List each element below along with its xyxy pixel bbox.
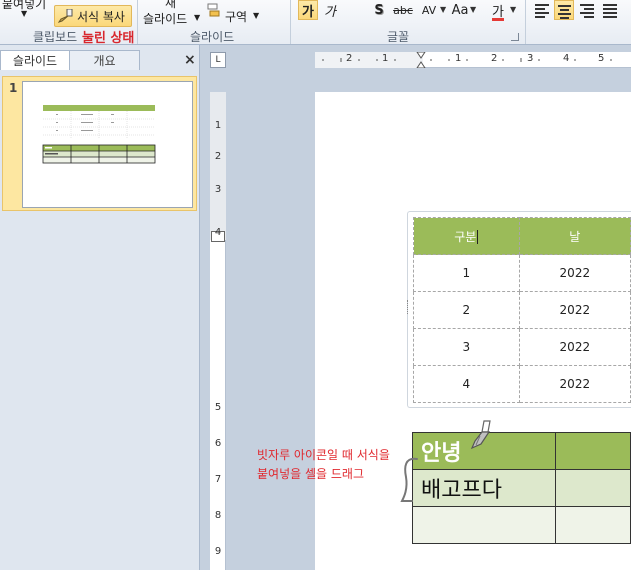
group-separator (137, 0, 138, 44)
section-icon (206, 3, 222, 24)
strikethrough-button[interactable]: abc (392, 0, 414, 20)
annotation-line: 붙여넣을 셀을 드래그 (257, 467, 364, 481)
table-cell[interactable]: 3 (413, 328, 520, 366)
table-cell[interactable] (555, 432, 631, 470)
paste-dropdown-icon[interactable]: ▼ (21, 9, 27, 18)
top-table[interactable]: 구분 날 1 2022 2 2022 3 2022 4 2022 (413, 217, 631, 403)
table-resize-handle[interactable] (407, 300, 410, 314)
slides-pane: 슬라이드 개요 × 1 (0, 45, 200, 570)
tab-selector-button[interactable]: L (210, 52, 226, 68)
group-separator (525, 0, 526, 44)
table-row: 3 2022 (413, 328, 631, 366)
align-left-button[interactable] (532, 0, 552, 20)
bold-button[interactable]: 가 (298, 0, 318, 20)
section-button[interactable]: 구역 (225, 8, 247, 25)
table-cell[interactable] (555, 469, 631, 507)
justify-button[interactable] (600, 0, 620, 20)
tab-slides[interactable]: 슬라이드 (0, 50, 70, 70)
align-right-button[interactable] (577, 0, 597, 20)
font-dialog-launcher-icon[interactable] (511, 33, 519, 41)
slide-thumbnail[interactable] (22, 81, 193, 208)
ruler-label: 8 (214, 510, 222, 521)
group-separator (290, 0, 291, 44)
ruler-label: 9 (214, 546, 222, 557)
ruler-label: 5 (214, 402, 222, 413)
new-slide-button[interactable]: 슬라이드 (143, 10, 187, 27)
table-row: 2 2022 (413, 291, 631, 329)
ruler-label: 1 (214, 120, 222, 131)
slide-thumbnail-selected[interactable]: 1 (2, 76, 197, 211)
font-color-button[interactable]: 가 (488, 0, 508, 20)
vertical-ruler-margin (210, 92, 226, 240)
ruler-label: 1 (455, 53, 462, 64)
paintbrush-cursor-icon (468, 418, 498, 457)
group-label-clipboard: 클립보드 (33, 30, 78, 44)
shadow-button[interactable]: S (369, 0, 389, 20)
slide-number: 1 (9, 81, 18, 95)
ruler-label: 3 (527, 53, 534, 64)
table-cell[interactable] (555, 506, 631, 544)
table-cell[interactable]: 4 (413, 365, 520, 403)
format-painter-label: 서식 복사 (77, 10, 125, 24)
align-center-button[interactable] (554, 0, 574, 20)
table-cell[interactable]: 2022 (518, 365, 631, 403)
table-cell[interactable]: 2022 (518, 291, 631, 329)
ruler-label: 1 (382, 53, 389, 64)
close-icon[interactable]: × (184, 52, 196, 68)
ruler-label: 4 (563, 53, 570, 64)
italic-button[interactable]: 가 (320, 0, 340, 20)
ruler-label: 4 (214, 227, 222, 238)
format-painter-icon (57, 8, 74, 26)
character-spacing-dropdown-icon[interactable]: ▼ (440, 5, 446, 14)
ruler-label: 2 (346, 53, 353, 64)
table-cell[interactable]: 1 (413, 254, 520, 292)
ruler-label: 7 (214, 474, 222, 485)
group-label-slides: 슬라이드 (190, 30, 235, 44)
section-dropdown-icon[interactable]: ▼ (253, 11, 259, 20)
table-cell[interactable]: 2 (413, 291, 520, 329)
table-cell[interactable]: 2022 (518, 328, 631, 366)
table-row: 4 2022 (413, 365, 631, 403)
table-cell[interactable] (411, 506, 557, 544)
annotation-line: 빗자루 아이콘일 때 서식을 (257, 448, 390, 462)
ruler-label: 6 (214, 438, 222, 449)
ruler-label: 2 (491, 53, 498, 64)
table-cell[interactable]: 2022 (518, 254, 631, 292)
change-case-dropdown-icon[interactable]: ▼ (470, 5, 476, 14)
new-slide-dropdown-icon[interactable]: ▼ (194, 13, 200, 22)
change-case-button[interactable]: Aa (449, 0, 471, 20)
ruler-label: 3 (214, 184, 222, 195)
ruler-label: 5 (598, 53, 605, 64)
font-color-dropdown-icon[interactable]: ▼ (510, 5, 516, 14)
group-label-font: 글꼴 (387, 30, 410, 44)
table-row: 1 2022 (413, 254, 631, 292)
horizontal-ruler-ticks (322, 52, 612, 68)
character-spacing-button[interactable]: AV (418, 0, 440, 20)
annotation-pressed-state: 눌린 상태 (82, 31, 135, 45)
tab-outline[interactable]: 개요 (70, 50, 140, 70)
instruction-annotation: 빗자루 아이콘일 때 서식을 붙여넣을 셀을 드래그 (257, 446, 390, 484)
table-row (411, 506, 631, 544)
table-header-cell[interactable]: 구분 (413, 217, 520, 255)
ribbon: 붙여넣기 ▼ 서식 복사 새 슬라이드 ▼ 구역 ▼ 클립보드 눌린 상태 슬라… (0, 0, 631, 45)
ruler-label: 2 (214, 151, 222, 162)
table-header-cell[interactable]: 날 (518, 217, 631, 255)
